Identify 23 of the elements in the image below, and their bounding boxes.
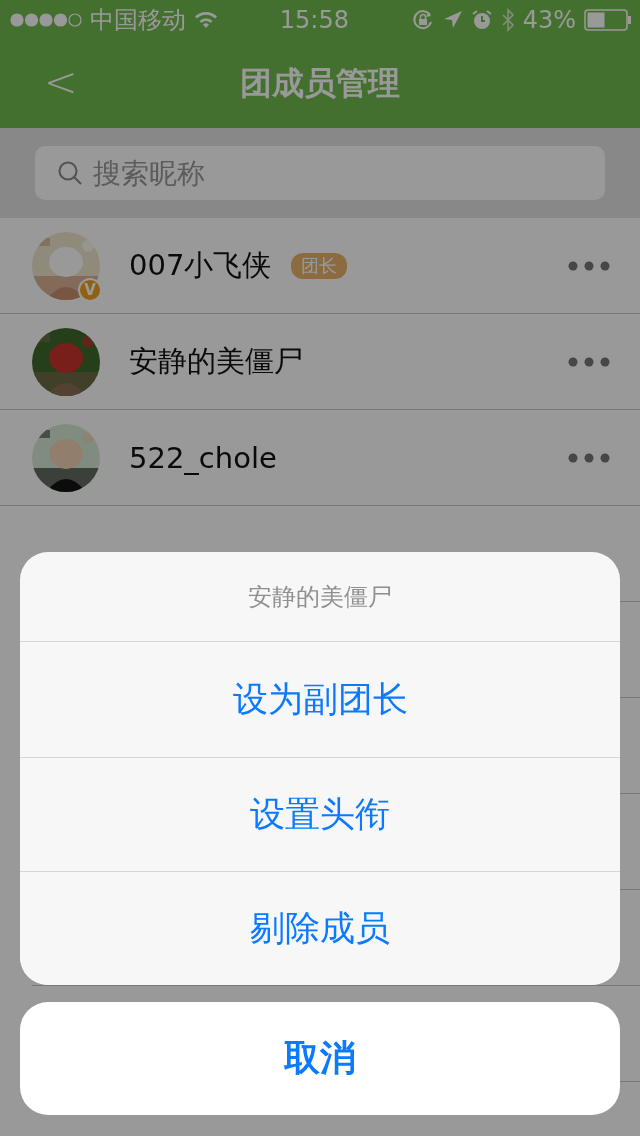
more-icon[interactable] [568,452,610,463]
bluetooth-icon [500,8,515,32]
cancel-button[interactable]: 取消 [20,1002,620,1115]
search-field[interactable]: 搜索昵称 [35,146,605,200]
more-icon[interactable] [568,260,610,271]
back-button[interactable]: < [44,58,78,106]
clock-time: 15:58 [279,6,349,34]
role-tag: 团长 [291,252,348,279]
action-button[interactable]: 剔除成员 [20,871,620,985]
location-arrow-icon [442,10,463,30]
rotation-lock-icon [410,8,435,32]
battery-percent: 43% [522,6,576,34]
alarm-clock-icon [470,9,493,31]
carrier-name: 中国移动 [90,5,186,36]
wifi-icon [194,11,218,29]
member-name: 522_chole [129,440,277,475]
member-name: 007小飞侠 [129,246,272,284]
more-icon[interactable] [568,356,610,367]
signal-icon [10,13,82,27]
battery-icon [584,9,632,31]
member-name: 安静的美僵尸 [129,342,303,380]
page-title: 团成员管理 [240,63,400,104]
search-icon [57,160,83,186]
